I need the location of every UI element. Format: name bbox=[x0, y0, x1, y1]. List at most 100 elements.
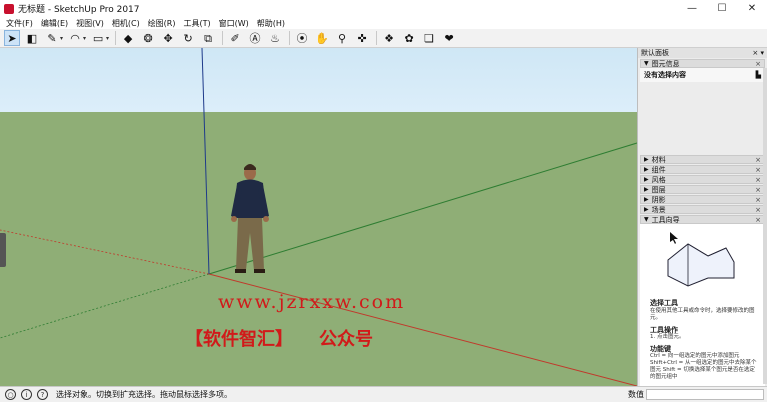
follow-me-tool-icon[interactable]: ❂ bbox=[140, 30, 156, 46]
select-tool-icon[interactable]: ➤ bbox=[4, 30, 20, 46]
credits-icon[interactable]: i bbox=[21, 389, 32, 400]
instructor-heading: 选择工具 bbox=[650, 299, 678, 307]
dropdown-arrow-icon[interactable]: ▾ bbox=[60, 35, 63, 42]
toolbar-separator bbox=[115, 31, 117, 45]
panel-label: 场景 bbox=[651, 205, 666, 214]
minimize-button[interactable]: — bbox=[677, 0, 707, 17]
panel-bar-1[interactable]: ▶ 组件 × bbox=[640, 165, 765, 174]
watermark-suffix: 公众号 bbox=[319, 329, 373, 350]
panel-instructor[interactable]: ▼ 工具向导 × bbox=[640, 215, 765, 224]
entity-info-body bbox=[640, 82, 765, 154]
tray-title: 默认面板 bbox=[641, 49, 669, 57]
panel-bar-2[interactable]: ▶ 风格 × bbox=[640, 175, 765, 184]
close-icon[interactable]: × bbox=[755, 196, 761, 204]
default-tray: 默认面板 × ▾ ▼ 图元信息 × 没有选择内容 ▙ ▶ 材料 × ▶ 组件 × ▶ 风格 × ▶ 图… bbox=[637, 48, 767, 386]
send-to-layout-icon[interactable]: ❏ bbox=[421, 30, 437, 46]
zoom-extents-tool-icon[interactable]: ✜ bbox=[354, 30, 370, 46]
collapsed-triangle-icon: ▶ bbox=[644, 186, 649, 193]
title-bar: 无标题 - SketchUp Pro 2017 — ☐ ✕ bbox=[0, 0, 767, 17]
paint-bucket-tool-icon[interactable]: ♨ bbox=[267, 30, 283, 46]
close-icon[interactable]: × bbox=[755, 166, 761, 174]
main-toolbar: ➤ ◧ ✎ ▾ ◠ ▾ ▭ ▾ ◆ ❂ ✥ ↻ ⧉ ✐ Ⓐ ♨ ⦿ ✋ ⚲ ✜ ❖ ✿ ❏ ❤ bbox=[0, 29, 767, 48]
green-axis-dotted bbox=[0, 273, 210, 339]
collapsed-triangle-icon: ▶ bbox=[644, 176, 649, 183]
close-icon[interactable]: × bbox=[755, 176, 761, 184]
green-axis bbox=[208, 142, 637, 275]
blue-axis bbox=[201, 48, 210, 275]
panel-bar-0[interactable]: ▶ 材料 × bbox=[640, 155, 765, 164]
panel-label: 图层 bbox=[651, 185, 666, 194]
collapsed-triangle-icon: ▶ bbox=[644, 196, 649, 203]
close-button[interactable]: ✕ bbox=[737, 0, 767, 17]
close-icon[interactable]: × bbox=[755, 60, 761, 68]
instructor-content: 选择工具 在使用其他工具或命令时，选择要修改的图元。 工具操作 1. 点击图元。… bbox=[640, 224, 765, 386]
warehouse-icon[interactable]: ❖ bbox=[381, 30, 397, 46]
scale-tool-icon[interactable]: ⧉ bbox=[200, 30, 216, 46]
left-edge-handle[interactable] bbox=[0, 233, 6, 267]
panel-bar-5[interactable]: ▶ 场景 × bbox=[640, 205, 765, 214]
help-icon[interactable]: ? bbox=[37, 389, 48, 400]
close-icon[interactable]: × bbox=[755, 186, 761, 194]
detail-toggle-icon[interactable]: ▙ bbox=[756, 71, 761, 79]
toolbar-separator bbox=[289, 31, 291, 45]
rotate-tool-icon[interactable]: ↻ bbox=[180, 30, 196, 46]
menu-draw[interactable]: 绘图(R) bbox=[144, 18, 180, 29]
panel-bar-4[interactable]: ▶ 阴影 × bbox=[640, 195, 765, 204]
expanded-triangle-icon: ▼ bbox=[644, 216, 649, 223]
status-hint: 选择对象。切换到扩充选择。拖动鼠标选择多项。 bbox=[56, 390, 232, 399]
tray-pin-close[interactable]: × ▾ bbox=[752, 49, 764, 57]
panel-list: ▶ 材料 × ▶ 组件 × ▶ 风格 × ▶ 图层 × ▶ 阴影 × ▶ 场景 × bbox=[638, 155, 767, 214]
push-pull-tool-icon[interactable]: ◆ bbox=[120, 30, 136, 46]
move-tool-icon[interactable]: ✥ bbox=[160, 30, 176, 46]
extension-manager-icon[interactable]: ❤ bbox=[441, 30, 457, 46]
instructor-keys: Ctrl = 向一组选定的图元中添加图元 Shift+Ctrl = 从一组选定的… bbox=[650, 353, 757, 380]
status-bar: ○ i ? 选择对象。切换到扩充选择。拖动鼠标选择多项。 数值 bbox=[0, 386, 767, 402]
menu-camera[interactable]: 相机(C) bbox=[108, 18, 144, 29]
maximize-button[interactable]: ☐ bbox=[707, 0, 737, 17]
person-figure bbox=[231, 164, 269, 273]
menu-help[interactable]: 帮助(H) bbox=[253, 18, 289, 29]
dropdown-arrow-icon[interactable]: ▾ bbox=[106, 35, 109, 42]
orbit-tool-icon[interactable]: ⦿ bbox=[294, 30, 310, 46]
arc-tool-icon[interactable]: ◠ bbox=[67, 30, 83, 46]
window-title: 无标题 - SketchUp Pro 2017 bbox=[18, 5, 140, 15]
tape-measure-tool-icon[interactable]: ✐ bbox=[227, 30, 243, 46]
rectangle-tool-icon[interactable]: ▭ bbox=[90, 30, 106, 46]
line-tool-icon[interactable]: ✎ bbox=[44, 30, 60, 46]
model-viewport[interactable]: www.jzrxxw.com 【软件智汇】 公众号 bbox=[0, 48, 637, 386]
close-icon[interactable]: × bbox=[755, 156, 761, 164]
zoom-tool-icon[interactable]: ⚲ bbox=[334, 30, 350, 46]
tray-scrollbar[interactable] bbox=[763, 68, 767, 384]
text-tool-icon[interactable]: Ⓐ bbox=[247, 30, 263, 46]
instructor-ops: 1. 点击图元。 bbox=[650, 334, 685, 340]
menu-edit[interactable]: 编辑(E) bbox=[37, 18, 72, 29]
pan-tool-icon[interactable]: ✋ bbox=[314, 30, 330, 46]
menu-window[interactable]: 窗口(W) bbox=[215, 18, 253, 29]
close-icon[interactable]: × bbox=[755, 216, 761, 224]
panel-label: 图元信息 bbox=[651, 59, 680, 68]
eraser-tool-icon[interactable]: ◧ bbox=[24, 30, 40, 46]
extension-warehouse-icon[interactable]: ✿ bbox=[401, 30, 417, 46]
panel-label: 阴影 bbox=[651, 195, 666, 204]
tray-header: 默认面板 × ▾ bbox=[638, 48, 767, 58]
dropdown-arrow-icon[interactable]: ▾ bbox=[83, 35, 86, 42]
menu-file[interactable]: 文件(F) bbox=[2, 18, 37, 29]
entity-info-text: 没有选择内容 bbox=[644, 71, 686, 79]
geo-location-icon[interactable]: ○ bbox=[5, 389, 16, 400]
menu-bar: 文件(F) 编辑(E) 视图(V) 相机(C) 绘图(R) 工具(T) 窗口(W… bbox=[0, 17, 767, 29]
watermark-url: www.jzrxxw.com bbox=[218, 291, 406, 313]
expanded-triangle-icon: ▼ bbox=[644, 60, 649, 67]
panel-bar-3[interactable]: ▶ 图层 × bbox=[640, 185, 765, 194]
toolbar-separator bbox=[222, 31, 224, 45]
watermark-brand-name: 【软件智汇】 bbox=[185, 329, 293, 350]
close-icon[interactable]: × bbox=[755, 206, 761, 214]
watermark-brand: 【软件智汇】 公众号 bbox=[185, 325, 373, 351]
panel-entity-info[interactable]: ▼ 图元信息 × bbox=[640, 59, 765, 68]
collapsed-triangle-icon: ▶ bbox=[644, 156, 649, 163]
measurements-input[interactable] bbox=[646, 389, 764, 400]
menu-view[interactable]: 视图(V) bbox=[72, 18, 108, 29]
menu-tools[interactable]: 工具(T) bbox=[180, 18, 215, 29]
instructor-description: 在使用其他工具或命令时，选择要修改的图元。 bbox=[650, 308, 755, 321]
window-controls: — ☐ ✕ bbox=[677, 0, 767, 17]
select-tool-illustration-icon bbox=[667, 232, 735, 287]
